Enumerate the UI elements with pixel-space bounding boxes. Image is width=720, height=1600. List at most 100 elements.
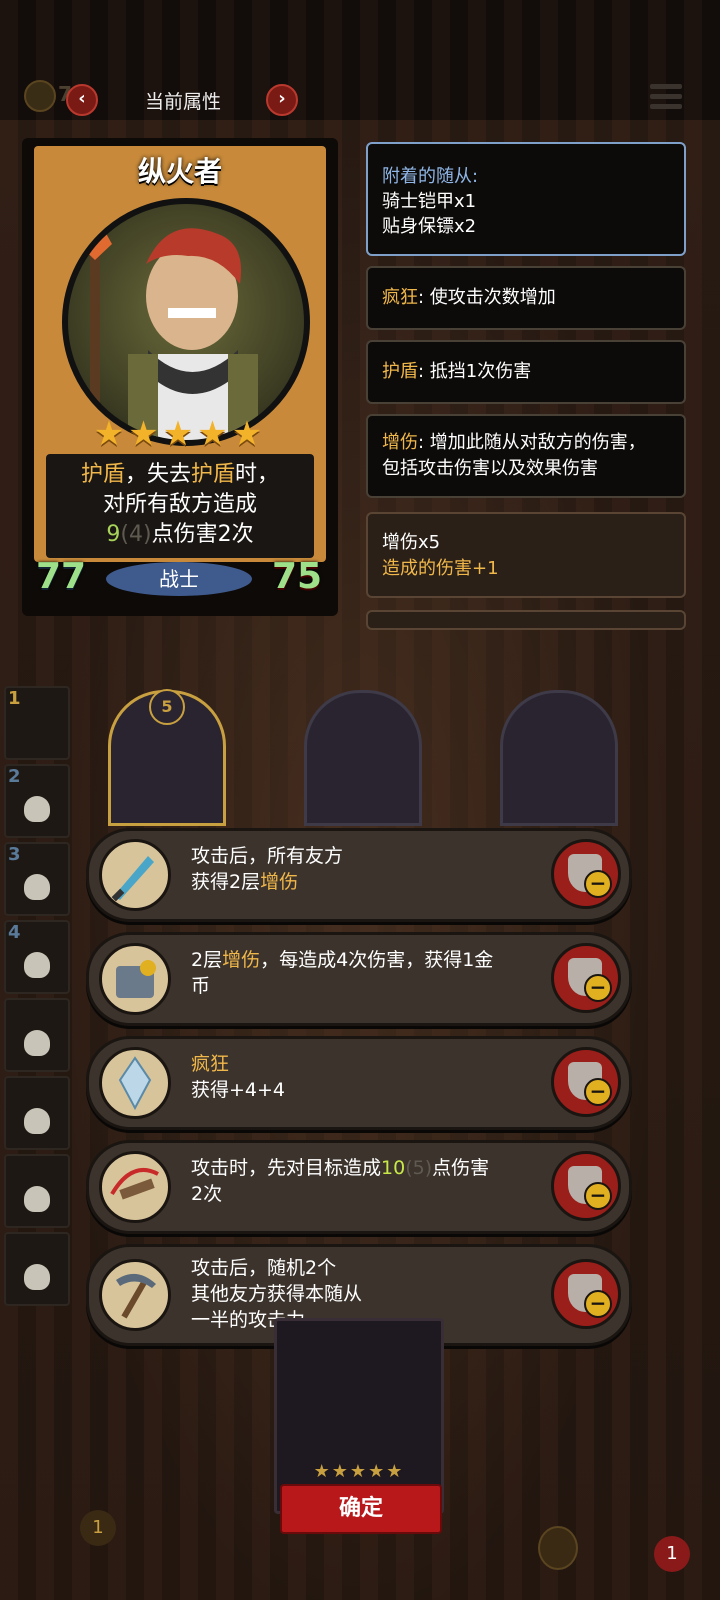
slot-number: 4	[8, 922, 21, 943]
skull-icon	[24, 1030, 50, 1056]
panel-edge	[366, 610, 686, 630]
buff-stack-effect: 造成的伤害+1	[382, 558, 499, 579]
slot-number: 1	[8, 688, 21, 709]
relic-description: 攻击时，先对目标造成10(5)点伤害 2次	[191, 1155, 531, 1207]
team-slot-empty[interactable]	[4, 1154, 70, 1228]
hero-card: 纵火者 ★★★★★ 护盾，失去护盾时， 对所有敌方造成 9(4)点伤害2次 77…	[22, 138, 338, 616]
keyword-desc-line2: 包括攻击伤害以及效果伤害	[382, 458, 598, 479]
hero-ability-text: 护盾，失去护盾时， 对所有敌方造成 9(4)点伤害2次	[46, 454, 314, 558]
ability-text-part: 时，	[235, 462, 280, 487]
relic-keyword: 疯狂	[191, 1053, 230, 1075]
next-page-button[interactable]: ›	[266, 84, 298, 116]
confirm-button[interactable]: 确定	[280, 1484, 442, 1534]
ability-text-line2: 对所有敌方造成	[102, 492, 257, 517]
attached-minion-item: 贴身保镖x2	[382, 216, 477, 237]
menu-icon[interactable]	[650, 84, 682, 112]
preview-star-rating: ★★★★★	[313, 1461, 405, 1482]
skull-icon	[24, 1264, 50, 1290]
remove-relic-button[interactable]: −	[551, 839, 621, 909]
heart-badge: 1	[654, 1536, 690, 1572]
slot-number: 2	[8, 766, 21, 787]
keyword-shield: 护盾	[80, 462, 125, 487]
keyword-name: 增伤	[382, 432, 418, 453]
relic-keyword: 增伤	[222, 949, 261, 971]
relic-keyword: 增伤	[260, 871, 299, 893]
ability-text-line3: 点伤害2次	[151, 522, 254, 547]
dagger-icon	[99, 839, 171, 911]
relic-text-part: 攻击后，所有友方	[191, 845, 344, 867]
relic-text-part: ，每造成4次伤害，获得1金	[260, 949, 494, 971]
team-slot-3[interactable]: 3	[4, 842, 70, 916]
skull-icon	[24, 874, 50, 900]
relic-text-part: 攻击后，随机2个	[191, 1257, 337, 1279]
relic-text-part: 2次	[191, 1183, 223, 1205]
skull-icon	[24, 1108, 50, 1134]
level-badge-left: 1	[80, 1510, 116, 1546]
crystal-icon	[99, 1047, 171, 1119]
minus-icon: −	[584, 1290, 612, 1318]
skull-icon	[24, 796, 50, 822]
relic-text-part: 点伤害	[432, 1157, 490, 1179]
relic-row: 攻击后，所有友方 获得2层增伤 −	[86, 828, 632, 922]
relic-damage-value: 10	[381, 1157, 406, 1179]
board-minion-slot[interactable]	[304, 690, 422, 826]
relic-text-part: 2层	[191, 949, 223, 971]
minus-icon: −	[584, 1182, 612, 1210]
remove-relic-button[interactable]: −	[551, 1259, 621, 1329]
skull-icon	[24, 1186, 50, 1212]
buff-stack-panel: 增伤x5 造成的伤害+1	[366, 512, 686, 598]
relic-description: 2层增伤，每造成4次伤害，获得1金 币	[191, 947, 531, 999]
minus-icon: −	[584, 974, 612, 1002]
minus-icon: −	[584, 1078, 612, 1106]
keyword-desc: : 抵挡1次伤害	[418, 361, 532, 382]
top-bar: 7 ‹ 当前属性 ›	[0, 70, 720, 130]
team-slot-4[interactable]: 4	[4, 920, 70, 994]
crossbow-icon	[99, 1151, 171, 1223]
attached-minion-item: 骑士铠甲x1	[382, 191, 477, 212]
remove-relic-button[interactable]: −	[551, 1151, 621, 1221]
team-slot-1[interactable]: 1	[4, 686, 70, 760]
ability-text-part: ，失去	[124, 462, 191, 487]
relic-text-part: 攻击时，先对目标造成	[191, 1157, 382, 1179]
team-slot-empty[interactable]	[4, 1232, 70, 1306]
keyword-panel-shield: 护盾: 抵挡1次伤害	[366, 340, 686, 404]
minion-level-badge: 5	[149, 689, 185, 725]
hero-name: 纵火者	[137, 155, 222, 188]
pickaxe-icon	[99, 1259, 171, 1331]
board-minion-arsonist[interactable]: 5	[108, 689, 226, 826]
relic-row: 疯狂 获得+4+4 −	[86, 1036, 632, 1130]
hero-health-value: 75	[272, 556, 323, 597]
relic-damage-base: (5)	[405, 1157, 433, 1179]
keyword-shield: 护盾	[191, 462, 236, 487]
relic-row: 攻击时，先对目标造成10(5)点伤害 2次 −	[86, 1140, 632, 1234]
minus-icon: −	[584, 870, 612, 898]
remove-relic-button[interactable]: −	[551, 1047, 621, 1117]
prev-page-button[interactable]: ‹	[66, 84, 98, 116]
remove-relic-button[interactable]: −	[551, 943, 621, 1013]
hero-class-badge: 战士	[106, 562, 252, 596]
relic-text-part: 获得2层	[191, 871, 261, 893]
relic-description: 攻击后，所有友方 获得2层增伤	[191, 843, 531, 895]
keyword-desc: : 增加此随从对敌方的伤害，	[418, 432, 646, 453]
hero-star-rating: ★★★★★	[93, 414, 267, 454]
machine-icon	[99, 943, 171, 1015]
skull-icon	[24, 952, 50, 978]
keyword-name: 疯狂	[382, 287, 418, 308]
ability-damage-value: 9	[106, 522, 121, 547]
crest-icon[interactable]	[538, 1526, 578, 1570]
attached-minions-heading: 附着的随从:	[382, 166, 479, 187]
relic-text-part: 获得+4+4	[191, 1079, 286, 1101]
keyword-panel-frenzy: 疯狂: 使攻击次数增加	[366, 266, 686, 330]
relic-description: 疯狂 获得+4+4	[191, 1051, 531, 1103]
hero-portrait	[62, 198, 310, 446]
attached-minions-panel: 附着的随从: 骑士铠甲x1 贴身保镖x2	[366, 142, 686, 256]
relic-text-part: 其他友方获得本随从	[191, 1283, 363, 1305]
board-minion-slot[interactable]	[500, 690, 618, 826]
buff-stack-count: 增伤x5	[382, 532, 441, 553]
coin-icon	[24, 80, 56, 112]
team-slot-2[interactable]: 2	[4, 764, 70, 838]
team-slot-empty[interactable]	[4, 998, 70, 1072]
relic-text-part: 币	[191, 975, 211, 997]
team-slot-empty[interactable]	[4, 1076, 70, 1150]
keyword-desc: : 使攻击次数增加	[418, 287, 556, 308]
